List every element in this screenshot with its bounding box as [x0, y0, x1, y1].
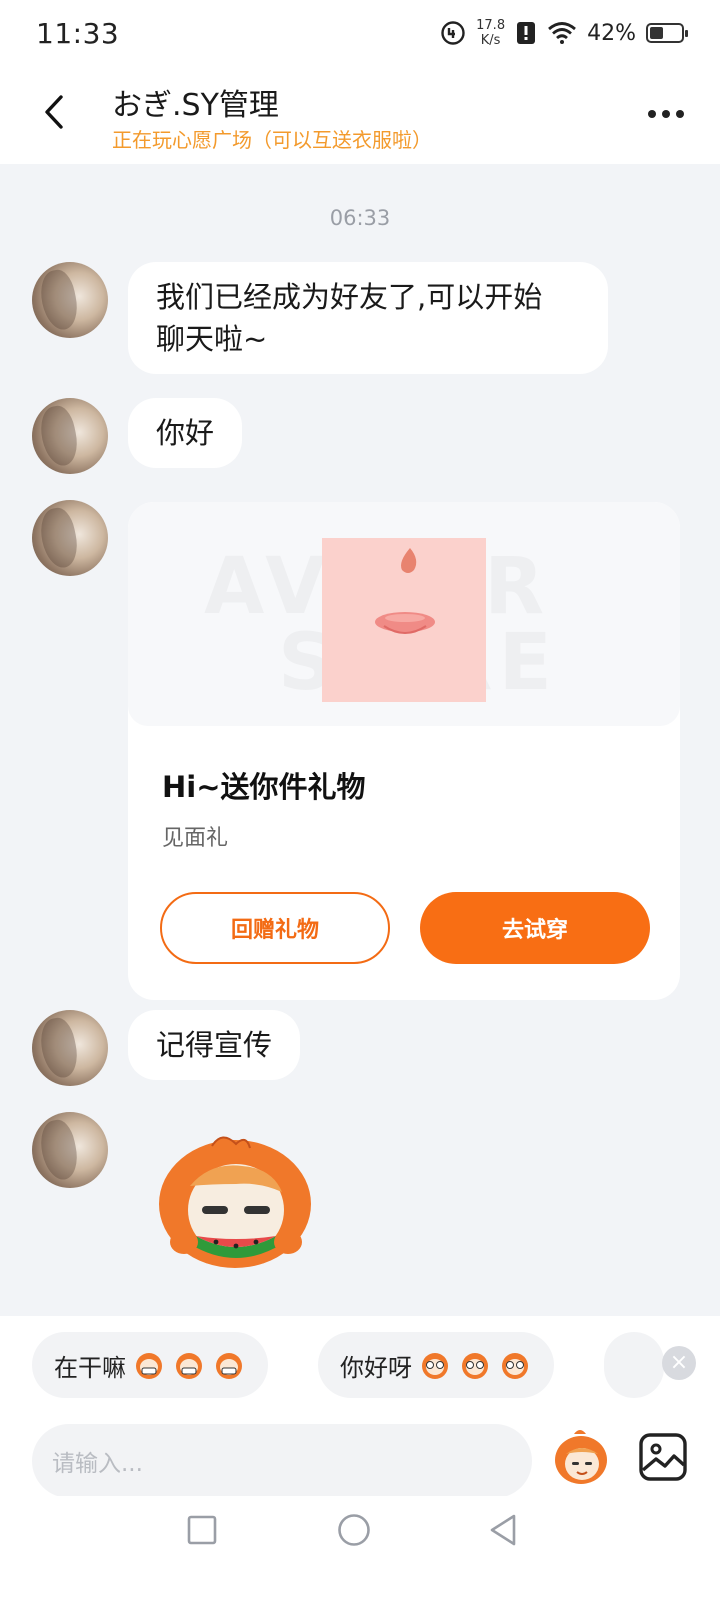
- battery-percent: 42%: [587, 20, 636, 46]
- quick-reply-row: 在干嘛 你好呀 ×: [0, 1332, 720, 1398]
- quick-reply-chip[interactable]: 你好呀: [318, 1332, 554, 1398]
- chevron-left-icon: [45, 95, 63, 129]
- gift-card-subtitle: 见面礼: [162, 826, 229, 851]
- status-bar: 11:33 17.8 K/s 42%: [0, 0, 720, 66]
- wifi-icon: [548, 22, 576, 44]
- message-text: 我们已经成为好友了,可以开始: [156, 280, 543, 314]
- avatar[interactable]: [32, 398, 108, 474]
- quick-reply-chip[interactable]: 在干嘛: [32, 1332, 268, 1398]
- chat-status-subtitle[interactable]: 正在玩心愿广场（可以互送衣服啦）: [112, 124, 432, 153]
- message-bubble[interactable]: 记得宣传: [128, 1010, 301, 1080]
- gift-card[interactable]: AV TAR ST RE Hi~送你件礼物 见面礼 回赠礼物 去试穿: [128, 502, 680, 1000]
- grin-sticker-icon: [176, 1353, 202, 1379]
- system-nav-bar: [0, 1496, 720, 1600]
- net-speed-unit: K/s: [480, 33, 501, 48]
- grin-sticker-icon: [136, 1353, 162, 1379]
- net-speed: 17.8 K/s: [476, 18, 505, 48]
- message-input[interactable]: 请输入...: [32, 1424, 532, 1498]
- back-nav-icon[interactable]: [486, 1512, 520, 1548]
- input-placeholder: 请输入...: [52, 1451, 143, 1477]
- home-icon[interactable]: [336, 1512, 372, 1548]
- battery-icon: [646, 23, 688, 43]
- chat-title: おぎ.SY管理: [112, 88, 279, 123]
- emoji-sticker-icon[interactable]: [552, 1424, 610, 1488]
- quick-reply-label: 在干嘛: [54, 1353, 126, 1382]
- message-text: 你好: [156, 416, 215, 450]
- wide-eye-sticker-icon: [422, 1353, 448, 1379]
- message-bubble[interactable]: 我们已经成为好友了,可以开始 聊天啦~: [128, 262, 608, 374]
- message-text: 聊天啦~: [156, 322, 268, 356]
- status-icons: 17.8 K/s 42%: [440, 18, 688, 48]
- gift-item-image[interactable]: [322, 538, 486, 702]
- more-button[interactable]: [642, 94, 690, 134]
- chat-header: おぎ.SY管理 正在玩心愿广场（可以互送衣服啦）: [0, 66, 720, 164]
- data-saver-icon: [441, 21, 465, 45]
- more-dots-icon: [662, 110, 670, 118]
- image-icon[interactable]: [638, 1432, 688, 1482]
- quick-reply-label: 你好呀: [340, 1353, 412, 1382]
- avatar[interactable]: [32, 1010, 108, 1086]
- message-timestamp: 06:33: [329, 206, 391, 230]
- gift-item-graphic: [375, 548, 435, 634]
- status-time: 11:33: [36, 16, 120, 50]
- back-button[interactable]: [30, 88, 78, 136]
- alert-icon: [517, 22, 536, 44]
- avatar[interactable]: [32, 500, 108, 576]
- try-on-button[interactable]: 去试穿: [420, 892, 650, 964]
- more-dots-icon: [676, 110, 684, 118]
- wide-eye-sticker-icon: [462, 1353, 488, 1379]
- grin-sticker-icon: [216, 1353, 242, 1379]
- wide-eye-sticker-icon: [502, 1353, 528, 1379]
- message-bubble[interactable]: 你好: [128, 398, 243, 468]
- sticker-image[interactable]: [150, 1132, 320, 1282]
- close-quick-replies-button[interactable]: ×: [662, 1346, 696, 1380]
- battery-fill: [650, 27, 663, 39]
- quick-reply-chip[interactable]: [604, 1332, 664, 1398]
- return-gift-button[interactable]: 回赠礼物: [160, 892, 390, 964]
- avatar[interactable]: [32, 1112, 108, 1188]
- recent-apps-icon[interactable]: [186, 1514, 218, 1546]
- more-dots-icon: [648, 110, 656, 118]
- net-speed-value: 17.8: [476, 18, 506, 33]
- gift-image-area: AV TAR ST RE: [128, 502, 680, 726]
- close-icon: ×: [669, 1350, 689, 1375]
- gift-card-title: Hi~送你件礼物: [162, 770, 366, 804]
- avatar[interactable]: [32, 262, 108, 338]
- message-text: 记得宣传: [156, 1028, 273, 1062]
